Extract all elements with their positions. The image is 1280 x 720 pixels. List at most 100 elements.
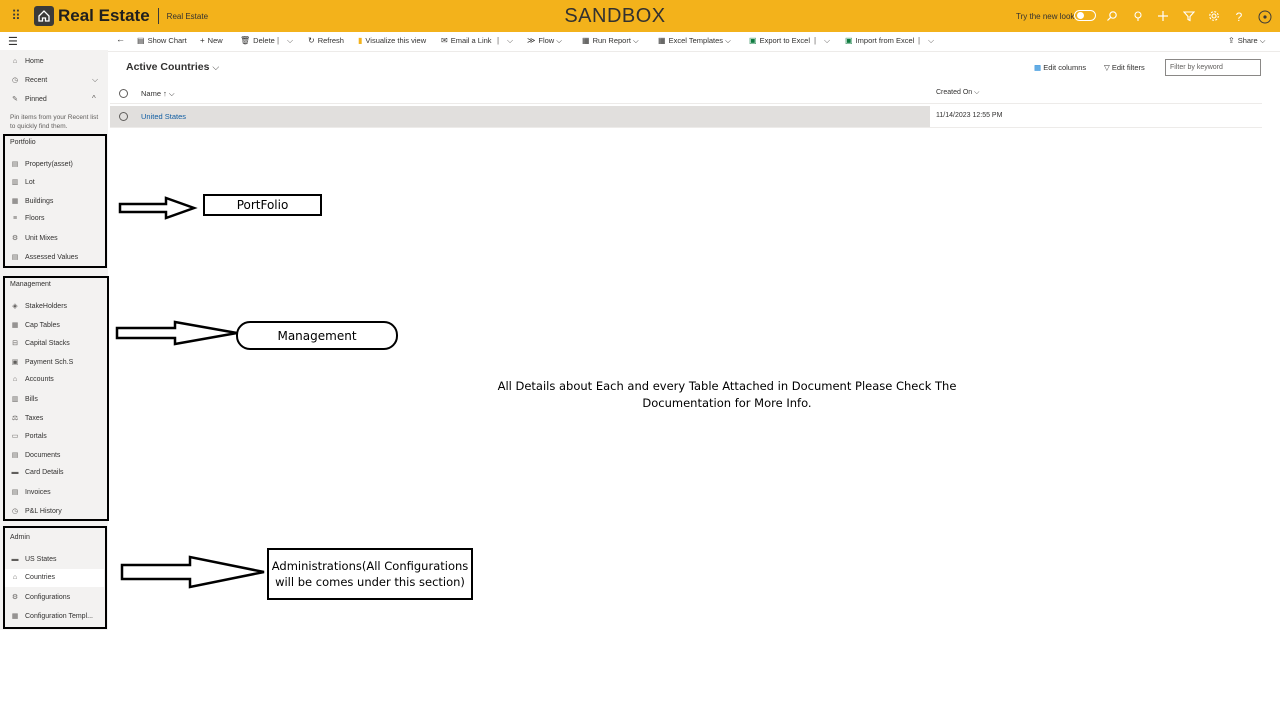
management-arrow [115,320,238,346]
row-divider [110,127,1262,128]
columns-icon: ▦ [1034,63,1042,72]
export-excel-button[interactable]: ▣ Export to Excel [749,36,810,45]
header-divider [157,8,159,24]
edit-filters-label: Edit filters [1111,63,1145,72]
divider: | [814,36,817,45]
filter-icon[interactable] [1182,10,1196,24]
plus-icon[interactable] [1156,10,1170,24]
admin-arrow [120,555,265,589]
portfolio-highlight-box [3,134,107,268]
chevron-down-icon[interactable]: ⌵ [824,36,830,46]
email-link-button[interactable]: ✉ Email a Link [441,36,492,45]
visualize-label: Visualize this view [365,36,427,45]
gear-icon[interactable] [1207,10,1221,24]
powerbi-icon: ▮ [358,36,363,45]
import-excel-label: Import from Excel [855,36,915,45]
delete-button[interactable]: 🗑 Delete [240,36,275,45]
view-selector[interactable]: Active Countries ⌵ [126,61,219,73]
header-divider [110,103,1262,104]
column-label: Name ↑ [141,89,167,98]
lightbulb-icon[interactable] [1131,10,1145,24]
share-icon: ⇪ [1228,36,1235,45]
flow-label: Flow [538,36,555,45]
management-annotation: Management [236,321,398,350]
admin-annotation: Administrations(All Configurations will … [267,548,473,600]
column-header-name[interactable]: Name ↑ ⌵ [141,89,175,99]
try-new-look-toggle[interactable] [1074,10,1096,21]
excel-templates-label: Excel Templates [668,36,724,45]
chevron-down-icon[interactable]: ⌵ [928,36,934,46]
management-highlight-box [3,276,109,521]
divider: | [918,36,921,45]
import-excel-button[interactable]: ▣ Import from Excel [845,36,914,45]
clock-icon: ◷ [11,77,19,84]
waffle-icon[interactable]: ⠿ [2,8,30,24]
portfolio-annotation: PortFolio [203,194,322,216]
filter-keyword-input[interactable]: Filter by keyword [1165,59,1261,76]
refresh-label: Refresh [317,36,344,45]
admin-highlight-box [3,526,107,629]
environment-label: SANDBOX [564,5,666,27]
app-subtitle[interactable]: Real Estate [167,12,208,21]
chevron-down-icon[interactable]: ⌵ [92,75,1272,85]
column-label: Created On [936,89,973,96]
table-row[interactable] [110,106,930,127]
export-excel-label: Export to Excel [759,36,811,45]
sidebar-item-label: Recent [25,76,48,84]
show-chart-label: Show Chart [147,36,187,45]
show-chart-button[interactable]: ▤ Show Chart [137,36,187,45]
refresh-icon: ↻ [308,36,315,45]
sidebar-item-label: Pinned [25,95,47,103]
row-select-radio[interactable] [119,112,128,121]
flow-icon: ≫ [527,36,536,45]
divider: | [497,36,500,45]
refresh-button[interactable]: ↻ Refresh [308,36,344,45]
email-icon: ✉ [441,36,448,45]
new-label: New [207,36,223,45]
divider: | [277,36,280,45]
pinned-hint: Pin items from your Recent list to quick… [10,114,99,130]
chevron-up-icon[interactable]: ^ [92,94,1272,103]
home-icon: ⌂ [12,58,18,65]
share-button[interactable]: ⇪ Share ⌵ [1228,36,1266,46]
run-report-label: Run Report [592,36,631,45]
chevron-down-icon[interactable]: ⌵ [507,36,513,46]
edit-columns-button[interactable]: ▦ Edit columns [1034,63,1086,72]
edit-columns-label: Edit columns [1043,63,1087,72]
page-title: Active Countries [126,61,210,73]
commandbar-divider [108,51,1280,52]
sidebar-item-recent[interactable]: ◷ Recent [10,76,48,85]
report-icon: ▦ [582,36,590,45]
edit-filters-button[interactable]: ▽ Edit filters [1104,63,1145,72]
home-logo-icon[interactable] [34,6,54,26]
app-name[interactable]: Real Estate [58,6,150,26]
chevron-down-icon: ⌵ [212,62,220,72]
search-icon[interactable] [1105,10,1119,24]
template-icon: ▦ [658,36,666,45]
chevron-down-icon[interactable]: ⌵ [287,36,293,46]
sidebar-item-pinned[interactable]: ✎ Pinned [10,95,47,104]
excel-icon: ▣ [845,36,853,45]
excel-templates-button[interactable]: ▦ Excel Templates ⌵ [658,36,731,46]
country-link[interactable]: United States [141,112,186,121]
new-button[interactable]: + New [200,36,223,45]
plus-icon: + [200,36,205,45]
hamburger-menu-icon[interactable]: ☰ [8,35,18,48]
help-icon[interactable]: ? [1232,10,1246,24]
email-link-label: Email a Link [450,36,492,45]
select-all-radio[interactable] [119,89,128,98]
run-report-button[interactable]: ▦ Run Report ⌵ [582,36,639,46]
flow-button[interactable]: ≫ Flow ⌵ [527,36,562,46]
column-header-created-on[interactable]: Created On ⌵ [936,89,979,97]
chart-icon: ▤ [137,36,145,45]
trash-icon: 🗑 [240,36,251,45]
back-arrow-icon[interactable]: ← [116,34,125,44]
pin-icon: ✎ [12,96,18,103]
try-new-look-label: Try the new look [1016,12,1075,21]
visualize-button[interactable]: ▮ Visualize this view [358,36,426,45]
sidebar-item-home[interactable]: ⌂ Home [10,58,44,65]
user-avatar-icon[interactable] [1258,10,1272,24]
sidebar-item-label: Home [25,58,44,65]
filter-icon: ▽ [1104,63,1110,72]
created-on-cell: 11/14/2023 12:55 PM [936,112,1003,119]
